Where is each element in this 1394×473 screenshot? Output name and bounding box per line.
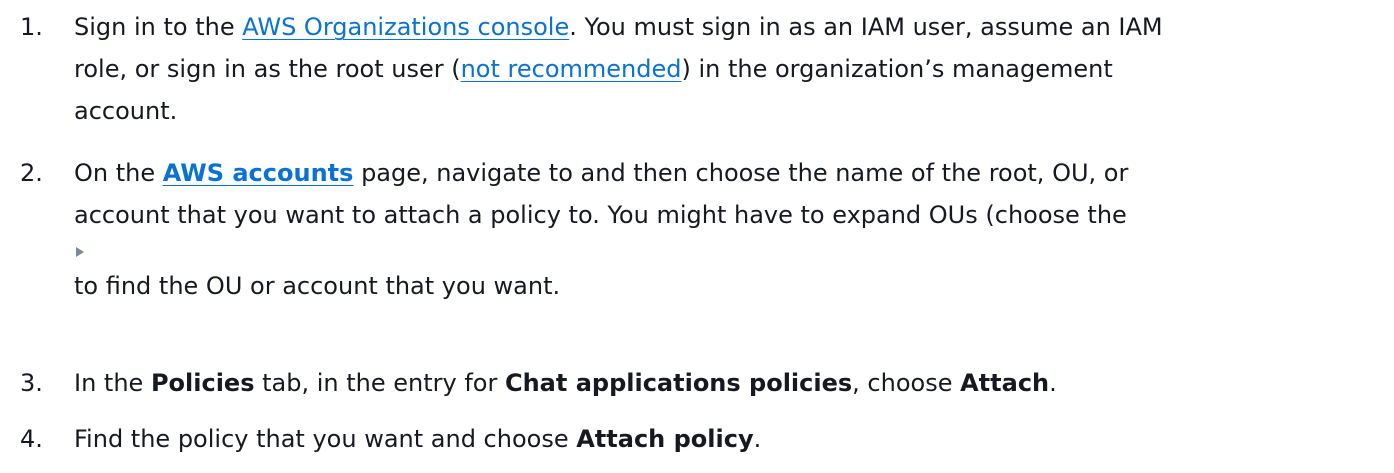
- text-line: In the Policies tab, in the entry for Ch…: [74, 362, 1374, 404]
- step-text-run: .: [1049, 369, 1057, 397]
- step-text-run: , choose: [852, 369, 961, 397]
- step-number: 3.: [20, 369, 43, 397]
- step-number: 1.: [20, 13, 43, 41]
- text-line: to find the OU or account that you want.: [74, 265, 1374, 307]
- expand-triangle-icon: [76, 247, 84, 257]
- text-line: On the AWS accounts page, navigate to an…: [74, 152, 1374, 194]
- text-line: Sign in to the AWS Organizations console…: [74, 6, 1374, 48]
- attach-policy-label: Attach policy: [576, 425, 754, 453]
- text-line: account.: [74, 90, 1374, 132]
- aws-accounts-link[interactable]: AWS accounts: [163, 159, 354, 187]
- step-text-run: to find the OU or account that you want.: [74, 272, 561, 300]
- step-text: Sign in to the AWS Organizations console…: [74, 6, 1374, 132]
- step-text: In the Policies tab, in the entry for Ch…: [74, 362, 1374, 404]
- step-text-run: page, navigate to and then choose the na…: [353, 159, 1129, 187]
- step-text-run: On the: [74, 159, 163, 187]
- policies-tab-label: Policies: [150, 369, 255, 397]
- text-line: Find the policy that you want and choose…: [74, 418, 1374, 460]
- step-text-run: ) in the organization’s management: [681, 55, 1113, 83]
- step-text-run: Sign in to the: [74, 13, 243, 41]
- step-text-run: . You must sign in as an IAM user, assum…: [569, 13, 1163, 41]
- aws-organizations-console-link[interactable]: AWS Organizations console: [242, 13, 569, 41]
- step-text-run: role, or sign in as the root user (: [74, 55, 461, 83]
- step-text-run: account that you want to attach a policy…: [74, 201, 1127, 229]
- text-line: account that you want to attach a policy…: [74, 194, 1374, 236]
- chat-applications-policies-label: Chat applications policies: [504, 369, 853, 397]
- step-text: Find the policy that you want and choose…: [74, 418, 1374, 460]
- step-text-run: account.: [74, 97, 178, 125]
- step-number: 4.: [20, 425, 43, 453]
- step-number: 2.: [20, 159, 43, 187]
- text-line: role, or sign in as the root user (not r…: [74, 48, 1374, 90]
- step-text: On the AWS accounts page, navigate to an…: [74, 152, 1374, 307]
- step-text-run: In the: [74, 369, 151, 397]
- attach-label: Attach: [960, 369, 1050, 397]
- step-text-run: .: [753, 425, 762, 453]
- step-text-run: tab, in the entry for: [254, 369, 505, 397]
- not-recommended-link[interactable]: not recommended: [461, 55, 682, 83]
- step-text-run: Find the policy that you want and choose: [74, 425, 577, 453]
